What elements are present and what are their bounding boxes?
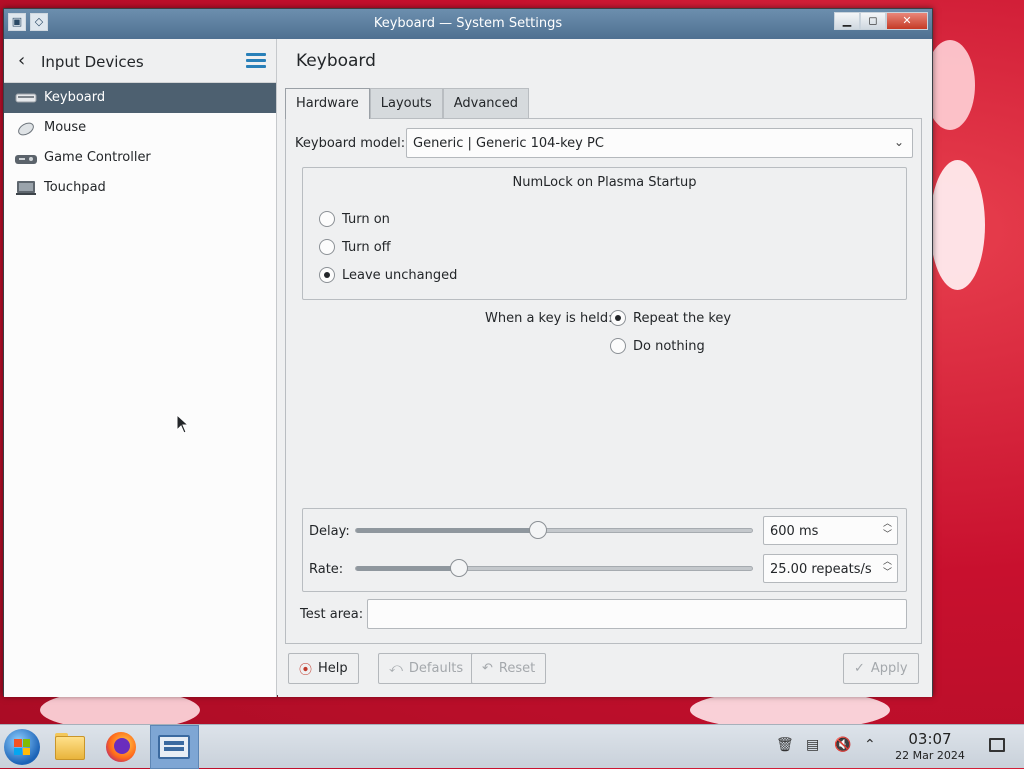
clock-date: 22 Mar 2024 [895,749,965,762]
checkmark-icon: ✓ [854,661,865,676]
repeat-settings-box: Delay: 600 ms ︿ ﹀ Rate: 25.00 repeats/s ︿… [302,508,907,592]
numlock-turn-on-option[interactable]: Turn on [319,210,390,228]
back-icon[interactable]: ‹ [18,52,25,70]
tab-advanced[interactable]: Advanced [442,88,529,119]
window-title: Keyboard — System Settings [373,16,563,31]
test-area-input[interactable] [367,599,907,629]
keyboard-model-value: Generic | Generic 104-key PC [413,136,604,151]
spin-arrows-icon[interactable]: ︿ ﹀ [883,557,892,579]
delay-slider[interactable] [355,521,753,539]
sidebar-item-game-controller[interactable]: Game Controller [4,143,276,173]
rate-spinbox[interactable]: 25.00 repeats/s ︿ ﹀ [763,554,898,583]
keyboard-model-dropdown[interactable]: Generic | Generic 104-key PC ⌄ [406,128,913,158]
tab-bar: Hardware Layouts Advanced [285,88,529,119]
hamburger-menu-icon[interactable] [246,53,266,69]
delay-slider-fill [356,528,539,533]
show-desktop-icon[interactable] [989,738,1005,752]
touchpad-icon [16,181,36,195]
numlock-turn-off-option[interactable]: Turn off [319,238,391,256]
delay-slider-handle[interactable] [529,521,548,539]
apply-button[interactable]: ✓ Apply [843,653,919,684]
radio-button-checked[interactable] [319,267,335,283]
maximize-button[interactable]: ◻ [860,12,886,30]
reset-icon: ↶ [482,661,493,676]
wallpaper-decoration [930,160,985,290]
rate-slider-handle[interactable] [449,559,468,577]
sidebar-item-label: Keyboard [44,90,106,105]
radio-button-checked[interactable] [610,310,626,326]
firefox-icon-inner [114,738,130,754]
rate-label: Rate: [309,562,344,577]
chevron-down-icon: ⌄ [893,135,904,149]
file-manager-launcher[interactable] [52,729,88,765]
radio-button[interactable] [319,239,335,255]
rate-slider[interactable] [355,559,753,577]
do-nothing-option[interactable]: Do nothing [610,337,705,355]
radio-label: Repeat the key [633,310,732,326]
defaults-button-label: Defaults [408,661,464,676]
delay-value: 600 ms [770,524,819,539]
radio-label: Do nothing [633,338,705,354]
sidebar-item-touchpad[interactable]: Touchpad [4,173,276,203]
defaults-button[interactable]: ⤺ Defaults [378,653,475,684]
radio-label: Turn on [342,211,390,227]
gamepad-icon [15,155,37,164]
sidebar-item-mouse[interactable]: Mouse [4,113,276,143]
tab-hardware[interactable]: Hardware [285,88,370,119]
notes-icon[interactable]: ▤ [806,737,819,753]
hardware-tab-panel: Keyboard model: Generic | Generic 104-ke… [285,118,922,644]
radio-label: Turn off [342,239,391,255]
spin-arrows-icon[interactable]: ︿ ﹀ [883,519,892,541]
reset-button-label: Reset [498,661,536,676]
chevron-up-icon[interactable]: ⌃ [864,737,876,753]
help-button[interactable]: ⦿ Help [288,653,359,684]
numlock-groupbox: NumLock on Plasma Startup Turn on Turn o… [302,167,907,300]
page-title: Keyboard [296,51,376,71]
close-button[interactable]: ✕ [886,12,928,30]
taskbar: 🗑 ▤ 🔇 ⌃ 03:07 22 Mar 2024 [0,724,1024,769]
repeat-key-option[interactable]: Repeat the key [610,309,731,327]
sidebar-title: Input Devices [41,53,144,71]
help-button-label: Help [318,661,348,676]
sidebar-item-label: Touchpad [44,180,106,195]
sidebar-item-label: Mouse [44,120,87,135]
defaults-icon: ⤺ [389,661,403,676]
clipboard-icon[interactable]: 🗑 [776,737,794,753]
delay-label: Delay: [309,524,350,539]
help-icon: ⦿ [299,663,313,678]
numlock-leave-unchanged-option[interactable]: Leave unchanged [319,266,457,284]
system-settings-window: ▣ ◇ Keyboard — System Settings ▁ ◻ ✕ ‹ I… [3,8,933,697]
clock[interactable]: 03:07 22 Mar 2024 [889,730,971,762]
test-area-label: Test area: [300,607,364,622]
rate-slider-fill [356,566,459,571]
radio-button[interactable] [319,211,335,227]
sidebar: ‹ Input Devices Keyboard Mouse Game Cont… [4,39,277,697]
radio-button[interactable] [610,338,626,354]
tab-layouts[interactable]: Layouts [369,88,443,119]
volume-muted-icon[interactable]: 🔇 [834,737,851,753]
minimize-button[interactable]: ▁ [834,12,860,30]
rate-value: 25.00 repeats/s [770,562,872,577]
firefox-launcher[interactable] [103,729,139,765]
sidebar-item-label: Game Controller [44,150,151,165]
numlock-title: NumLock on Plasma Startup [512,175,697,190]
folder-icon-body [55,736,85,760]
sidebar-list: Keyboard Mouse Game Controller Touchpad [4,83,276,203]
system-settings-icon [158,735,190,759]
clock-time: 03:07 [908,730,952,748]
keyboard-model-label: Keyboard model: [295,136,406,151]
start-logo-icon [14,739,30,755]
radio-label: Leave unchanged [342,267,458,283]
keyboard-icon [15,93,37,103]
mouse-icon [18,122,34,136]
sidebar-item-keyboard[interactable]: Keyboard [4,83,276,113]
apply-button-label: Apply [870,661,908,676]
reset-button[interactable]: ↶ Reset [471,653,547,684]
sidebar-header: ‹ Input Devices [4,39,276,83]
key-held-label: When a key is held: [485,311,613,326]
window-titlebar[interactable]: ▣ ◇ Keyboard — System Settings ▁ ◻ ✕ [4,9,932,39]
start-menu-button[interactable] [4,729,40,765]
main-panel: Keyboard Hardware Layouts Advanced Keybo… [278,39,932,697]
delay-spinbox[interactable]: 600 ms ︿ ﹀ [763,516,898,545]
